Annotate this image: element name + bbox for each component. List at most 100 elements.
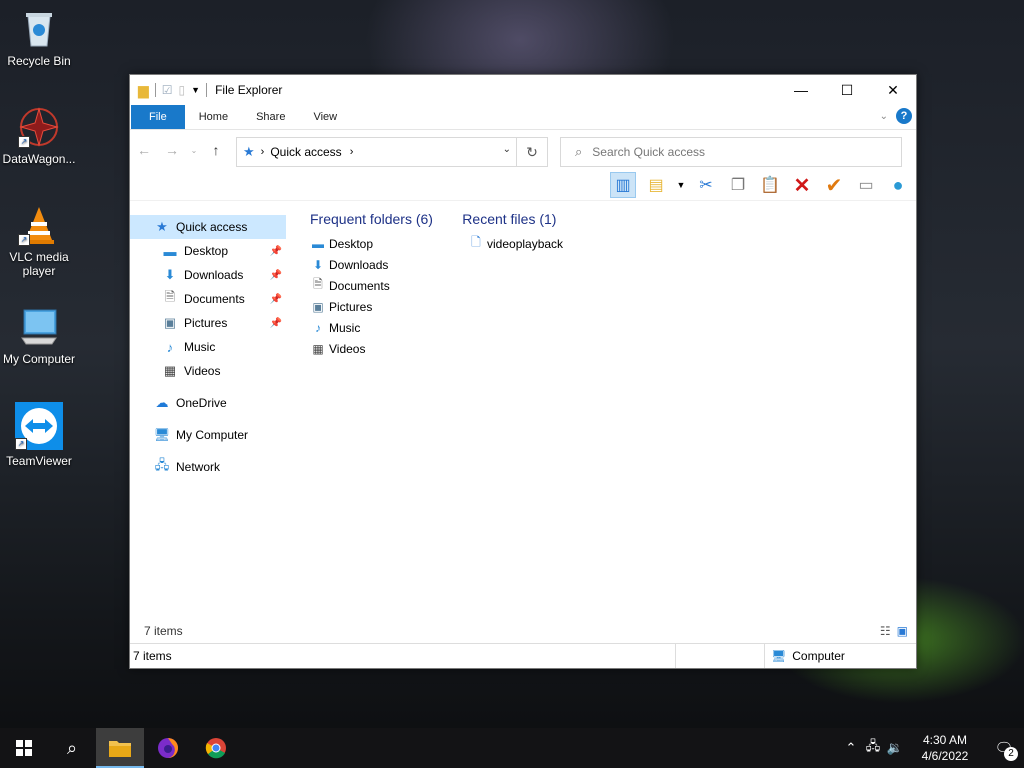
recent-file-label: videoplayback — [487, 236, 564, 251]
action-center-button[interactable]: 🗨 2 — [984, 739, 1024, 761]
desktop-icon-my-computer[interactable]: My Computer — [0, 306, 78, 366]
nav-item-label: Downloads — [184, 268, 244, 282]
nav-music[interactable]: ♪ Music — [130, 335, 286, 359]
large-icons-view-icon[interactable]: ▣ — [897, 624, 908, 638]
rename-button[interactable]: ✔ — [822, 173, 846, 197]
taskbar-chrome[interactable] — [192, 728, 240, 768]
quick-access-toolbar: ▆ ☑ ▯ ▼ — [130, 82, 208, 99]
new-item-button[interactable]: ▤ — [644, 173, 668, 197]
paste-button[interactable]: 📋 — [758, 173, 782, 197]
address-dropdown-icon[interactable]: ⌄ — [503, 144, 511, 155]
new-item-dropdown[interactable]: ▼ — [676, 173, 686, 197]
address-bar[interactable]: ★ › Quick access › ⌄ ↻ — [236, 137, 548, 167]
properties-card-icon: ▭ — [858, 177, 874, 194]
checkmark-icon: ✔ — [825, 174, 843, 197]
clock[interactable]: 4:30 AM 4/6/2022 — [906, 732, 984, 764]
chevron-right-icon[interactable]: › — [350, 146, 354, 158]
folder-item-pictures[interactable]: ▣ Pictures — [310, 296, 468, 317]
content-columns: ▬ Desktop ⬇ Downloads 🗎 Documents ▣ Pict… — [310, 233, 916, 359]
breadcrumb-quick-access[interactable]: Quick access — [270, 145, 341, 159]
chevron-down-icon[interactable]: ▼ — [191, 85, 200, 95]
forward-button[interactable]: → — [158, 142, 186, 158]
nav-onedrive[interactable]: ☁ OneDrive — [130, 391, 286, 415]
desktop-icon-label: DataWagon... — [2, 152, 76, 166]
window-controls: — ☐ ✕ — [778, 75, 916, 105]
preview-pane-icon: ▥ — [615, 177, 631, 194]
taskbar-file-explorer[interactable] — [96, 728, 144, 768]
search-input[interactable]: ⌕ Search Quick access — [560, 137, 902, 167]
tab-home[interactable]: Home — [185, 105, 242, 129]
folder-item-videos[interactable]: ▦ Videos — [310, 338, 468, 359]
frequent-folders-header[interactable]: Frequent folders (6) — [310, 211, 433, 227]
new-folder-icon[interactable]: ▯ — [179, 83, 186, 97]
recent-files-header[interactable]: Recent files (1) — [462, 211, 556, 227]
close-button[interactable]: ✕ — [870, 75, 916, 105]
chrome-icon — [205, 738, 226, 759]
recent-locations-button[interactable]: ⌄ — [186, 146, 202, 155]
content-pane: Frequent folders (6) Recent files (1) ▬ … — [310, 211, 916, 359]
folder-icon — [109, 741, 131, 757]
folder-label: Music — [329, 320, 361, 335]
show-hidden-icons-icon[interactable]: ⌃ — [840, 740, 862, 756]
status-location: 🖥 Computer — [765, 649, 845, 663]
nav-documents[interactable]: 🗎 Documents 📌 — [130, 287, 286, 311]
nav-quick-access[interactable]: ★ Quick access — [130, 215, 286, 239]
nav-item-label: Network — [176, 460, 221, 474]
document-icon: 🗎 — [313, 277, 323, 291]
window-title: File Explorer — [215, 83, 283, 97]
details-view-icon[interactable]: ☷ — [880, 624, 891, 638]
delete-button[interactable]: ✕ — [790, 173, 814, 197]
nav-my-computer[interactable]: 🖥 My Computer — [130, 423, 286, 447]
pictures-icon: ▣ — [312, 299, 324, 314]
start-button[interactable] — [0, 728, 48, 768]
status-bar: 7 items 🖥 Computer — [130, 643, 916, 668]
folder-item-music[interactable]: ♪ Music — [310, 317, 468, 338]
cut-button[interactable]: ✂ — [694, 173, 718, 197]
pin-icon: 📌 — [269, 245, 282, 257]
desktop-icon-datawagon[interactable]: ↗ DataWagon... — [0, 106, 78, 166]
nav-pictures[interactable]: ▣ Pictures 📌 — [130, 311, 286, 335]
shortcut-arrow-icon: ↗ — [15, 438, 27, 450]
taskbar-firefox[interactable] — [144, 728, 192, 768]
volume-icon[interactable]: 🔉 — [884, 740, 906, 756]
shortcut-arrow-icon: ↗ — [18, 234, 30, 246]
desktop-icon-vlc[interactable]: ↗ VLC media player — [0, 204, 78, 278]
nav-desktop[interactable]: ▬ Desktop 📌 — [130, 239, 286, 263]
tab-view[interactable]: View — [299, 105, 351, 129]
status-location-label: Computer — [792, 649, 845, 663]
minimize-button[interactable]: — — [778, 75, 824, 105]
scissors-icon: ✂ — [699, 177, 713, 194]
desktop-icon-recycle-bin[interactable]: Recycle Bin — [0, 8, 78, 68]
network-button[interactable]: ● — [886, 173, 910, 197]
expand-ribbon-icon[interactable]: ⌄ — [880, 111, 888, 122]
tab-file[interactable]: File — [131, 105, 185, 129]
properties-button[interactable]: ▭ — [854, 173, 878, 197]
preview-pane-button[interactable]: ▥ — [610, 172, 636, 198]
nav-videos[interactable]: ▦ Videos — [130, 359, 286, 383]
title-bar[interactable]: ▆ ☑ ▯ ▼ File Explorer — ☐ ✕ — [130, 75, 916, 105]
computer-icon: 🖥 — [153, 427, 171, 442]
tab-share[interactable]: Share — [242, 105, 299, 129]
desktop-icon-teamviewer[interactable]: ↗ TeamViewer — [0, 402, 78, 468]
search-button[interactable]: ⌕ — [48, 728, 96, 768]
recent-file-item[interactable]: 🗋 videoplayback — [468, 233, 563, 254]
back-button[interactable]: ← — [130, 142, 158, 158]
teamviewer-icon: ↗ — [15, 402, 63, 450]
nav-downloads[interactable]: ⬇ Downloads 📌 — [130, 263, 286, 287]
folder-item-desktop[interactable]: ▬ Desktop — [310, 233, 468, 254]
firefox-icon — [158, 738, 178, 758]
shortcut-arrow-icon: ↗ — [18, 136, 30, 148]
refresh-button[interactable]: ↻ — [516, 138, 547, 166]
help-icon[interactable]: ? — [896, 108, 912, 124]
network-status-icon[interactable]: 🖧 — [862, 737, 884, 759]
folder-item-documents[interactable]: 🗎 Documents — [310, 275, 468, 296]
folder-item-downloads[interactable]: ⬇ Downloads — [310, 254, 468, 275]
maximize-button[interactable]: ☐ — [824, 75, 870, 105]
up-button[interactable]: ↑ — [202, 142, 230, 158]
document-icon: 🗎 — [164, 289, 176, 304]
copy-button[interactable]: ❐ — [726, 173, 750, 197]
properties-icon[interactable]: ☑ — [162, 83, 173, 97]
search-icon: ⌕ — [575, 144, 583, 159]
nav-network[interactable]: 🖧 Network — [130, 455, 286, 479]
